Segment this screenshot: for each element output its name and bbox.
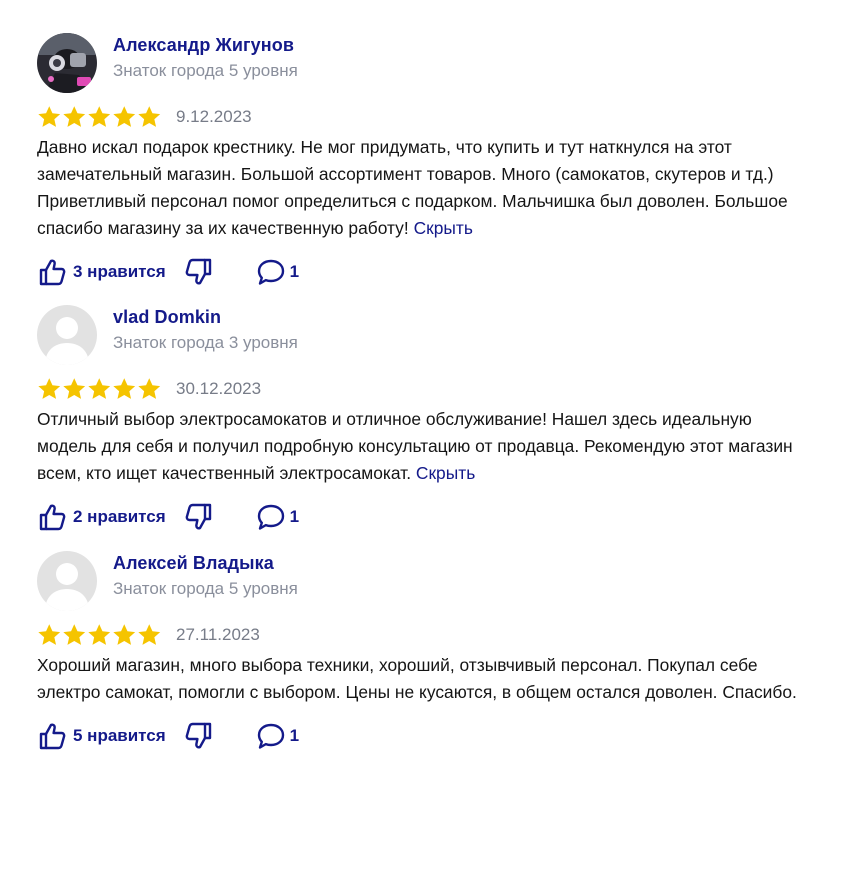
thumbs-up-icon — [39, 504, 66, 531]
review-actions: 5 нравится 1 — [37, 720, 827, 752]
comment-bubble-icon — [257, 504, 284, 530]
dislike-button[interactable] — [184, 257, 214, 287]
dislike-button[interactable] — [184, 502, 214, 532]
photo-avatar-icon — [37, 33, 97, 93]
star-icon — [88, 378, 111, 399]
review-card: Александр Жигунов Знаток города 5 уровня… — [37, 33, 827, 288]
review-text: Хороший магазин, много выбора техники, х… — [37, 652, 812, 706]
user-avatar-placeholder[interactable] — [37, 305, 97, 365]
star-icon — [63, 106, 86, 127]
like-count: 5 нравится — [73, 726, 166, 745]
review-text: Давно искал подарок крестнику. Не мог пр… — [37, 134, 812, 242]
like-button[interactable]: 3 нравится — [37, 257, 166, 287]
rating-row: 27.11.2023 — [37, 622, 827, 648]
comment-count: 1 — [289, 262, 300, 281]
star-rating — [37, 105, 162, 129]
review-author: Александр Жигунов Знаток города 5 уровня — [37, 33, 827, 95]
like-count: 3 нравится — [73, 262, 166, 281]
thumbs-down-icon — [185, 722, 211, 749]
review-author: vlad Domkin Знаток города 3 уровня — [37, 305, 827, 367]
star-icon — [113, 378, 136, 399]
review-date: 27.11.2023 — [176, 625, 260, 644]
dislike-button[interactable] — [184, 721, 214, 751]
star-icon — [63, 624, 86, 645]
comment-bubble-icon — [257, 723, 284, 749]
review-body: Хороший магазин, много выбора техники, х… — [37, 655, 797, 702]
user-avatar-photo[interactable] — [37, 33, 97, 93]
hide-link[interactable]: Скрыть — [414, 218, 473, 238]
user-avatar-placeholder[interactable] — [37, 551, 97, 611]
comment-count: 1 — [289, 507, 300, 526]
author-level: Знаток города 5 уровня — [113, 61, 298, 80]
review-text: Отличный выбор электросамокатов и отличн… — [37, 406, 812, 487]
author-name[interactable]: Александр Жигунов — [113, 34, 298, 56]
like-count: 2 нравится — [73, 507, 166, 526]
rating-row: 30.12.2023 — [37, 376, 827, 402]
star-icon — [113, 106, 136, 127]
star-icon — [38, 106, 61, 127]
review-body: Отличный выбор электросамокатов и отличн… — [37, 409, 793, 483]
star-icon — [138, 378, 161, 399]
like-button[interactable]: 2 нравится — [37, 502, 166, 532]
review-card: vlad Domkin Знаток города 3 уровня 30.12… — [37, 305, 827, 533]
author-name[interactable]: Алексей Владыка — [113, 552, 298, 574]
star-icon — [38, 378, 61, 399]
thumbs-up-icon — [39, 259, 66, 286]
review-actions: 3 нравится 1 — [37, 256, 827, 288]
review-date: 9.12.2023 — [176, 107, 252, 126]
rating-row: 9.12.2023 — [37, 104, 827, 130]
star-rating — [37, 377, 162, 401]
thumbs-down-icon — [185, 258, 211, 285]
author-level: Знаток города 5 уровня — [113, 579, 298, 598]
review-card: Алексей Владыка Знаток города 5 уровня 2… — [37, 551, 827, 752]
star-icon — [138, 624, 161, 645]
comment-button[interactable]: 1 — [256, 502, 299, 532]
review-actions: 2 нравится 1 — [37, 501, 827, 533]
thumbs-up-icon — [39, 723, 66, 750]
comment-button[interactable]: 1 — [256, 257, 299, 287]
review-author: Алексей Владыка Знаток города 5 уровня — [37, 551, 827, 613]
comment-bubble-icon — [257, 259, 284, 285]
review-date: 30.12.2023 — [176, 379, 262, 398]
star-icon — [88, 624, 111, 645]
author-name[interactable]: vlad Domkin — [113, 306, 298, 328]
star-icon — [88, 106, 111, 127]
thumbs-down-icon — [185, 503, 211, 530]
review-body: Давно искал подарок крестнику. Не мог пр… — [37, 137, 788, 238]
comment-button[interactable]: 1 — [256, 721, 299, 751]
star-icon — [63, 378, 86, 399]
hide-link[interactable]: Скрыть — [416, 463, 475, 483]
star-icon — [38, 624, 61, 645]
star-icon — [113, 624, 136, 645]
default-user-avatar-icon — [37, 305, 97, 365]
default-user-avatar-icon — [37, 551, 97, 611]
star-icon — [138, 106, 161, 127]
author-level: Знаток города 3 уровня — [113, 333, 298, 352]
comment-count: 1 — [289, 726, 300, 745]
like-button[interactable]: 5 нравится — [37, 721, 166, 751]
star-rating — [37, 623, 162, 647]
